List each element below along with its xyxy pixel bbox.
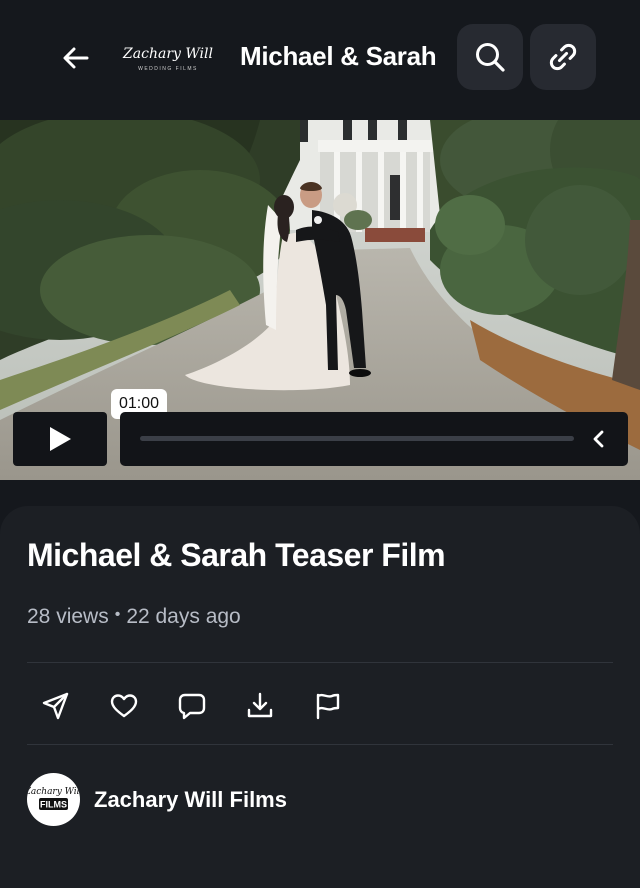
copy-link-button[interactable] — [530, 24, 596, 90]
view-count: 28 views — [27, 605, 109, 628]
link-icon — [549, 43, 577, 71]
back-button[interactable] — [54, 36, 98, 80]
channel-logo: Zachary Will FILMS — [27, 787, 80, 810]
play-icon — [50, 427, 71, 451]
channel-avatar[interactable]: Zachary Will FILMS — [27, 773, 80, 826]
svg-text:Zachary Will: Zachary Will — [122, 46, 213, 62]
video-title: Michael & Sarah Teaser Film — [27, 537, 446, 573]
download-button[interactable] — [242, 688, 278, 724]
svg-text:FILMS: FILMS — [40, 800, 67, 810]
divider-top — [27, 662, 613, 663]
heart-icon — [110, 694, 138, 718]
share-button[interactable] — [38, 688, 74, 724]
collapse-controls-button[interactable] — [586, 426, 612, 452]
flag-icon — [316, 693, 340, 720]
comment-button[interactable] — [174, 688, 210, 724]
meta-separator: • — [114, 606, 121, 623]
download-icon — [247, 692, 273, 718]
top-bar: Zachary Will WEDDING FILMS Michael & Sar… — [0, 0, 640, 118]
report-button[interactable] — [310, 688, 346, 724]
comment-icon — [178, 693, 206, 720]
brand-logo: Zachary Will WEDDING FILMS — [122, 46, 213, 72]
video-info-card: Michael & Sarah Teaser Film 28 views • 22 … — [0, 506, 640, 888]
video-meta: 28 views • 22 days ago — [27, 605, 241, 629]
search-icon — [476, 43, 505, 72]
action-bar — [38, 688, 378, 724]
app-screen: Zachary Will WEDDING FILMS Michael & Sar… — [0, 0, 640, 888]
progress-track[interactable] — [140, 436, 574, 441]
like-button[interactable] — [106, 688, 142, 724]
video-player[interactable]: 01:00 — [0, 120, 640, 480]
divider-bottom — [27, 744, 613, 745]
upload-age: 22 days ago — [126, 605, 241, 628]
search-button[interactable] — [457, 24, 523, 90]
arrow-left-icon — [63, 47, 89, 69]
progress-bar[interactable] — [120, 412, 628, 466]
svg-text:Zachary Will: Zachary Will — [27, 787, 80, 797]
channel-row[interactable]: Zachary Will FILMS Zachary Will Films — [27, 773, 287, 826]
channel-name[interactable]: Zachary Will Films — [94, 787, 287, 813]
page-title: Michael & Sarah — [240, 41, 437, 71]
chevron-left-icon — [593, 430, 604, 448]
svg-text:WEDDING FILMS: WEDDING FILMS — [138, 66, 198, 72]
play-button[interactable] — [13, 412, 107, 466]
send-icon — [42, 692, 69, 720]
